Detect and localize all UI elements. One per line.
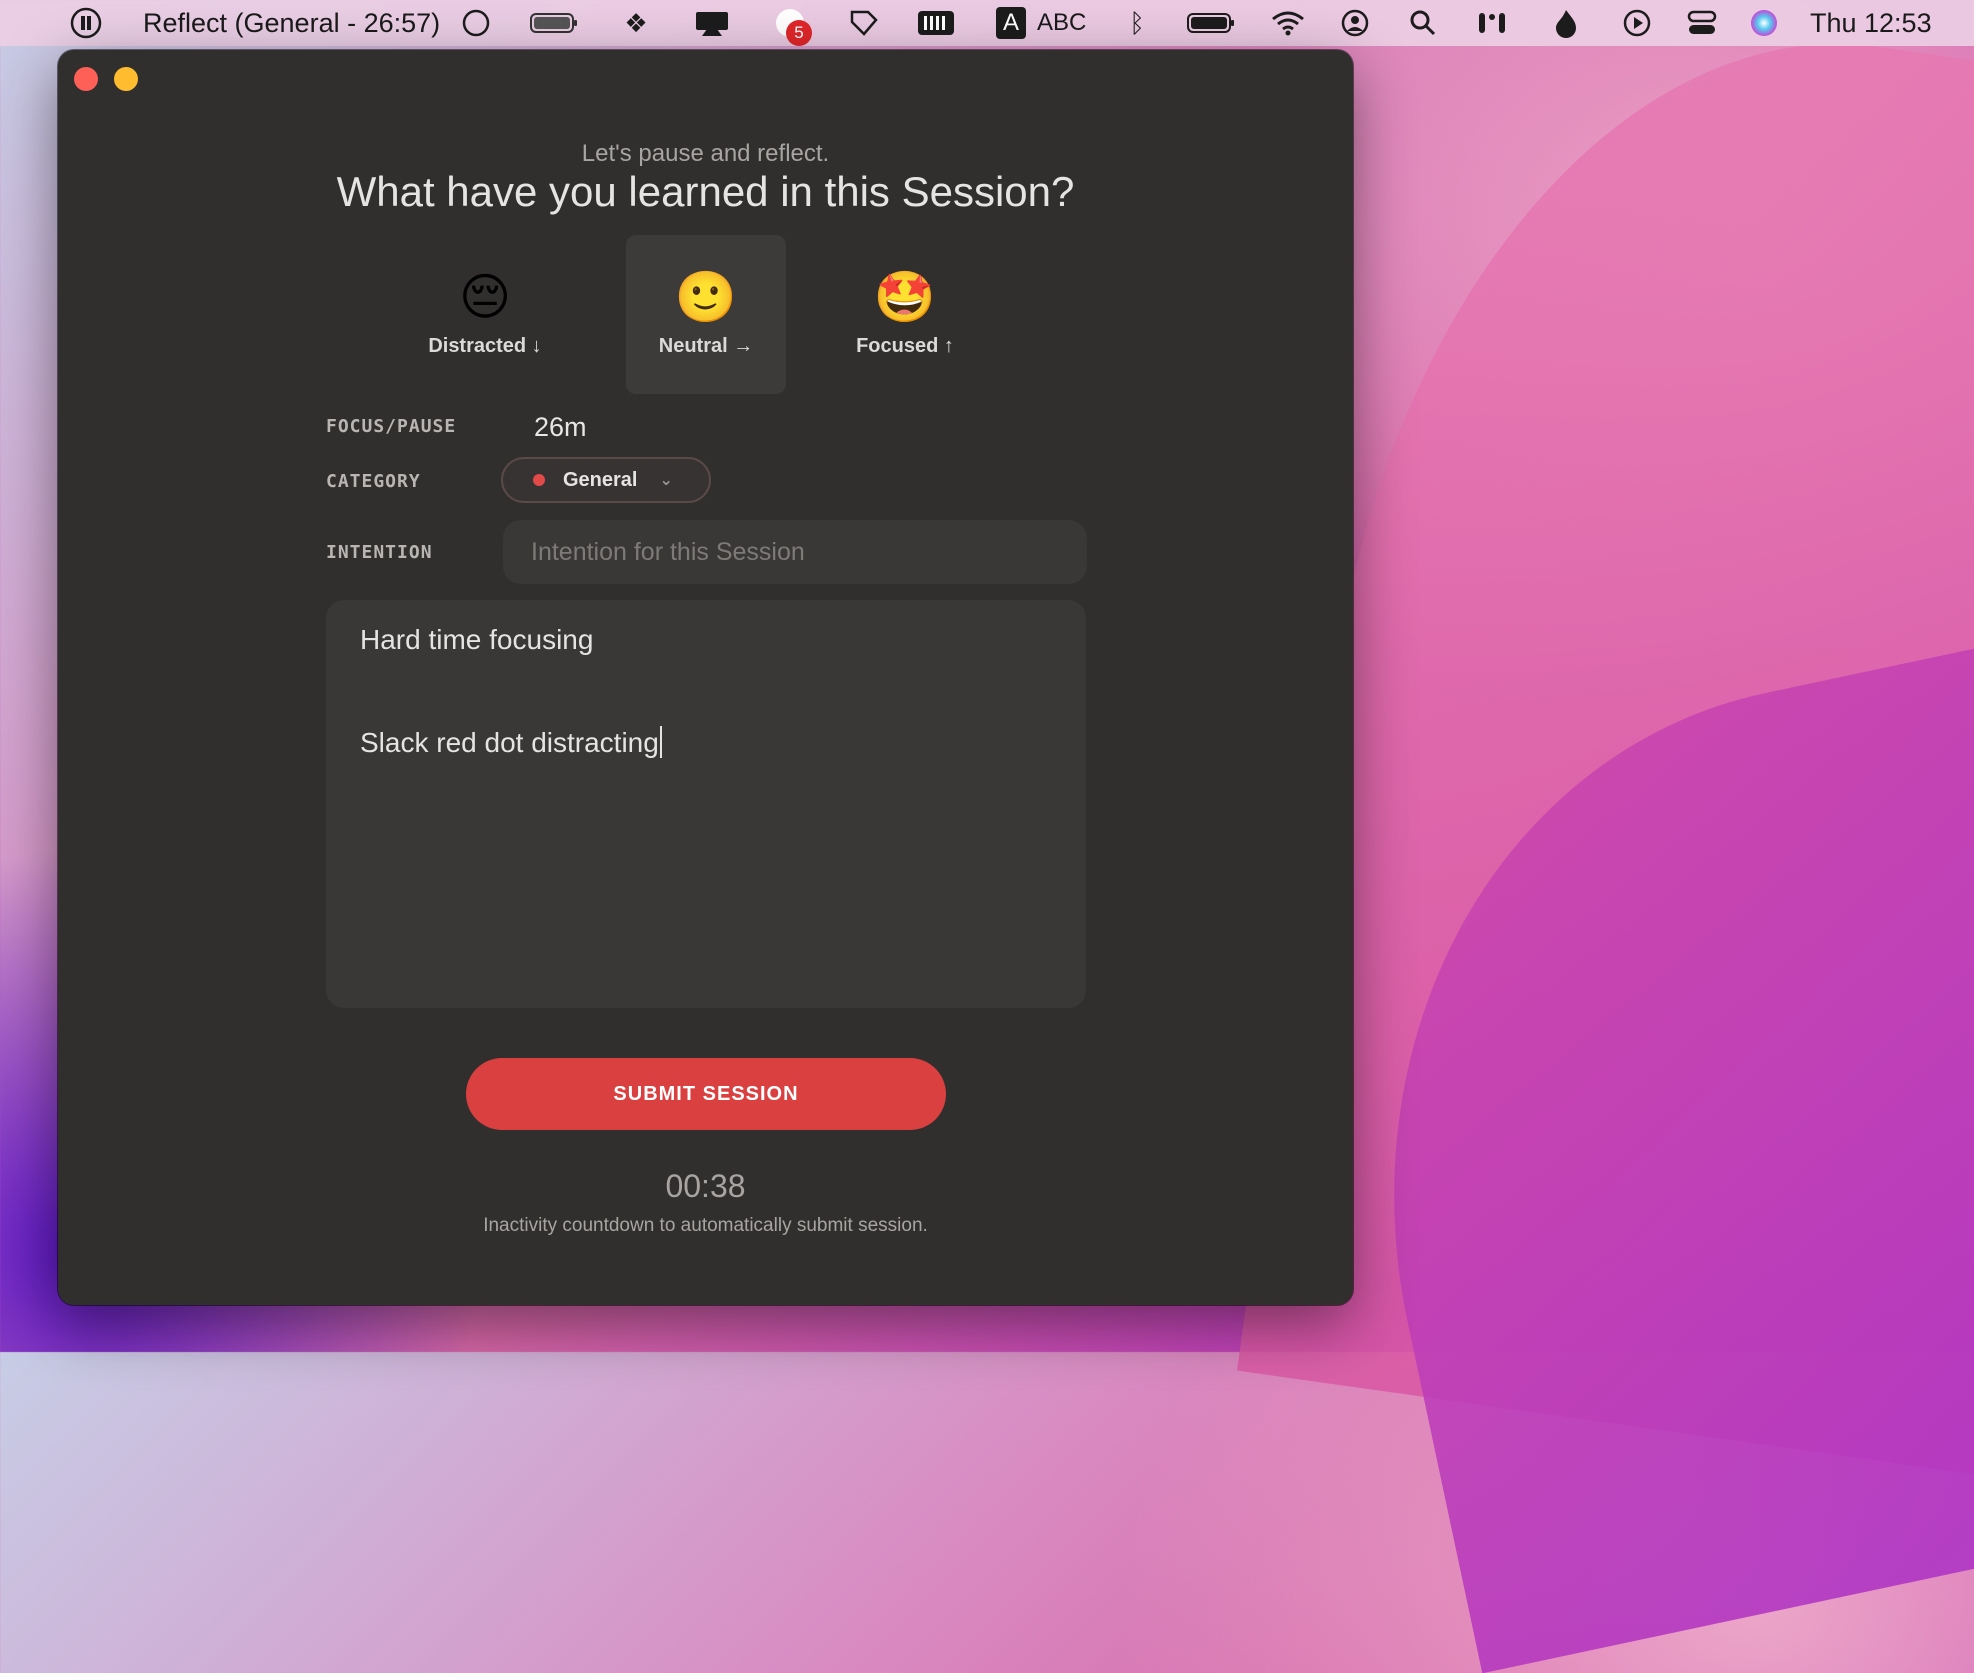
mood-label: Focused ↑: [856, 335, 954, 357]
input-source-icon[interactable]: A: [995, 0, 1027, 46]
notes-line: Slack red dot distracting: [360, 726, 1052, 760]
category-value: General: [563, 468, 638, 491]
category-color-dot: [533, 474, 545, 486]
sad-face-icon: 😔: [458, 269, 512, 325]
keyboard-meter-icon[interactable]: [916, 0, 956, 46]
menu-clock[interactable]: Thu 12:53: [1810, 0, 1932, 46]
text-caret: [659, 726, 662, 758]
pause-icon[interactable]: [68, 0, 104, 46]
hand-icon[interactable]: [846, 0, 882, 46]
bluetooth-icon[interactable]: ᛒ: [1122, 0, 1152, 46]
menu-bar: Reflect (General - 26:57) ❖ 5 A ABC ᛒ Th…: [0, 0, 1974, 46]
intention-label: INTENTION: [326, 542, 433, 563]
notification-badge: 5: [786, 20, 812, 46]
battery-widget-icon[interactable]: [528, 0, 580, 46]
flame-icon[interactable]: [1552, 0, 1580, 46]
input-source-label[interactable]: ABC: [1037, 0, 1086, 46]
subtitle: Let's pause and reflect.: [581, 140, 830, 167]
app-status-text[interactable]: Reflect (General - 26:57): [143, 0, 440, 46]
notes-line: Hard time focusing: [360, 624, 594, 655]
screen-share-icon[interactable]: [692, 0, 732, 46]
mood-distracted[interactable]: 😔 Distracted ↓: [405, 235, 565, 394]
play-icon[interactable]: [1622, 0, 1652, 46]
category-label: CATEGORY: [326, 471, 421, 492]
airpods-icon[interactable]: [1474, 0, 1510, 46]
intention-input[interactable]: [503, 520, 1087, 584]
countdown-note: Inactivity countdown to automatically su…: [483, 1215, 928, 1236]
category-dropdown[interactable]: General ⌄: [501, 457, 711, 503]
focus-pause-value: 26m: [534, 412, 587, 442]
circle-icon[interactable]: [460, 0, 492, 46]
control-center-icon[interactable]: [1686, 0, 1718, 46]
focus-pause-label: FOCUS/PAUSE: [326, 416, 457, 437]
mood-neutral[interactable]: 🙂 Neutral →: [626, 235, 786, 394]
battery-icon[interactable]: [1185, 0, 1237, 46]
siri-icon[interactable]: [1748, 0, 1780, 46]
wifi-icon[interactable]: [1270, 0, 1306, 46]
close-button[interactable]: [74, 67, 98, 91]
star-struck-face-icon: 🤩: [873, 269, 937, 325]
inactivity-countdown: 00:38: [665, 1168, 746, 1204]
reflection-notes-textarea[interactable]: Hard time focusing Slack red dot distrac…: [326, 600, 1086, 1008]
mood-focused[interactable]: 🤩 Focused ↑: [825, 235, 985, 394]
submit-session-button[interactable]: SUBMIT SESSION: [466, 1058, 946, 1130]
page-title: What have you learned in this Session?: [336, 168, 1075, 215]
user-icon[interactable]: [1340, 0, 1370, 46]
neutral-face-icon: 🙂: [674, 269, 738, 325]
chevron-down-icon: ⌄: [659, 472, 673, 489]
reflect-window: Let's pause and reflect. What have you l…: [58, 50, 1353, 1305]
minimize-button[interactable]: [114, 67, 138, 91]
dropbox-icon[interactable]: ❖: [620, 0, 652, 46]
mood-label: Neutral →: [658, 335, 754, 357]
search-icon[interactable]: [1408, 0, 1438, 46]
mood-label: Distracted ↓: [428, 335, 542, 357]
